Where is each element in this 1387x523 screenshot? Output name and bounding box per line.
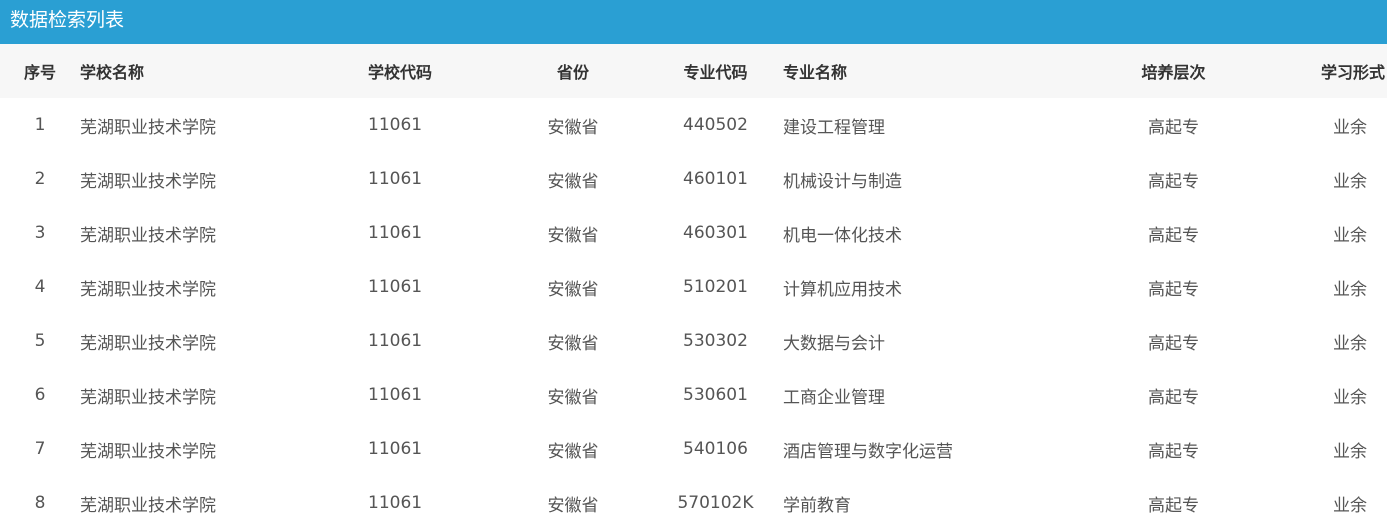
cell-study-form: 业余: [1333, 495, 1367, 516]
cell-major-name: 学前教育: [783, 495, 851, 516]
table-row: 5 芜湖职业技术学院 11061 安徽省 530302 大数据与会计 高起专 业…: [0, 314, 1387, 368]
cell-school-name: 芜湖职业技术学院: [80, 117, 216, 138]
cell-school-code: 11061: [368, 169, 423, 189]
cell-school-name: 芜湖职业技术学院: [80, 441, 216, 462]
header-level: 培养层次: [1141, 63, 1206, 82]
cell-study-form: 业余: [1333, 225, 1367, 246]
cell-major-code: 510201: [683, 277, 748, 297]
cell-index: 7: [34, 439, 46, 459]
cell-school-name: 芜湖职业技术学院: [80, 279, 216, 300]
cell-school-code: 11061: [368, 331, 423, 351]
header-school-code: 学校代码: [368, 63, 433, 82]
cell-index: 8: [34, 493, 46, 513]
cell-school-name: 芜湖职业技术学院: [80, 171, 216, 192]
data-table: 序号 学校名称 学校代码 省份 专业代码 专业名称 培养层次 学习形式 1 芜湖…: [0, 44, 1387, 523]
panel-header: 数据检索列表: [0, 0, 1387, 44]
cell-major-code: 460301: [683, 223, 748, 243]
cell-province: 安徽省: [547, 117, 599, 138]
header-major-code: 专业代码: [683, 63, 748, 82]
header-index: 序号: [23, 63, 56, 82]
cell-school-code: 11061: [368, 277, 423, 297]
table-row: 3 芜湖职业技术学院 11061 安徽省 460301 机电一体化技术 高起专 …: [0, 206, 1387, 260]
cell-major-name: 计算机应用技术: [783, 279, 902, 300]
cell-index: 5: [34, 331, 46, 351]
table-row: 6 芜湖职业技术学院 11061 安徽省 530601 工商企业管理 高起专 业…: [0, 368, 1387, 422]
cell-major-name: 建设工程管理: [783, 117, 885, 138]
cell-major-code: 460101: [683, 169, 748, 189]
cell-major-code: 530302: [683, 331, 748, 351]
cell-major-name: 机电一体化技术: [783, 225, 902, 246]
cell-study-form: 业余: [1333, 279, 1367, 300]
cell-province: 安徽省: [547, 387, 599, 408]
cell-index: 3: [34, 223, 46, 243]
cell-study-form: 业余: [1333, 171, 1367, 192]
cell-level: 高起专: [1148, 441, 1199, 462]
cell-school-name: 芜湖职业技术学院: [80, 225, 216, 246]
cell-school-name: 芜湖职业技术学院: [80, 387, 216, 408]
cell-province: 安徽省: [547, 171, 599, 192]
cell-level: 高起专: [1148, 495, 1199, 516]
cell-province: 安徽省: [547, 333, 599, 354]
cell-school-code: 11061: [368, 223, 423, 243]
cell-study-form: 业余: [1333, 117, 1367, 138]
cell-major-name: 工商企业管理: [783, 387, 885, 408]
header-study-form: 学习形式: [1320, 63, 1385, 82]
cell-school-code: 11061: [368, 439, 423, 459]
cell-major-code: 570102K: [677, 493, 754, 513]
cell-study-form: 业余: [1333, 441, 1367, 462]
cell-index: 6: [34, 385, 46, 405]
cell-major-code: 440502: [683, 115, 748, 135]
header-major-name: 专业名称: [783, 63, 848, 82]
cell-study-form: 业余: [1333, 333, 1367, 354]
cell-level: 高起专: [1148, 225, 1199, 246]
panel-title: 数据检索列表: [10, 9, 125, 31]
cell-level: 高起专: [1148, 117, 1199, 138]
cell-school-code: 11061: [368, 115, 423, 135]
cell-major-code: 530601: [683, 385, 748, 405]
header-province: 省份: [556, 63, 589, 82]
cell-province: 安徽省: [547, 279, 599, 300]
cell-school-code: 11061: [368, 493, 423, 513]
cell-province: 安徽省: [547, 441, 599, 462]
table-row: 7 芜湖职业技术学院 11061 安徽省 540106 酒店管理与数字化运营 高…: [0, 422, 1387, 476]
cell-level: 高起专: [1148, 387, 1199, 408]
cell-school-name: 芜湖职业技术学院: [80, 333, 216, 354]
cell-level: 高起专: [1148, 171, 1199, 192]
cell-major-name: 酒店管理与数字化运营: [783, 441, 953, 462]
cell-major-name: 大数据与会计: [783, 333, 885, 354]
cell-school-code: 11061: [368, 385, 423, 405]
cell-major-name: 机械设计与制造: [783, 171, 902, 192]
cell-major-code: 540106: [683, 439, 748, 459]
table-header-row: 序号 学校名称 学校代码 省份 专业代码 专业名称 培养层次 学习形式: [0, 44, 1387, 98]
cell-school-name: 芜湖职业技术学院: [80, 495, 216, 516]
cell-level: 高起专: [1148, 279, 1199, 300]
cell-index: 4: [34, 277, 46, 297]
table-row: 1 芜湖职业技术学院 11061 安徽省 440502 建设工程管理 高起专 业…: [0, 98, 1387, 152]
header-school-name: 学校名称: [80, 63, 145, 82]
table-row: 8 芜湖职业技术学院 11061 安徽省 570102K 学前教育 高起专 业余: [0, 476, 1387, 523]
cell-province: 安徽省: [547, 225, 599, 246]
table-row: 4 芜湖职业技术学院 11061 安徽省 510201 计算机应用技术 高起专 …: [0, 260, 1387, 314]
cell-study-form: 业余: [1333, 387, 1367, 408]
table-row: 2 芜湖职业技术学院 11061 安徽省 460101 机械设计与制造 高起专 …: [0, 152, 1387, 206]
cell-province: 安徽省: [547, 495, 599, 516]
cell-index: 2: [34, 169, 46, 189]
cell-level: 高起专: [1148, 333, 1199, 354]
cell-index: 1: [34, 115, 46, 135]
